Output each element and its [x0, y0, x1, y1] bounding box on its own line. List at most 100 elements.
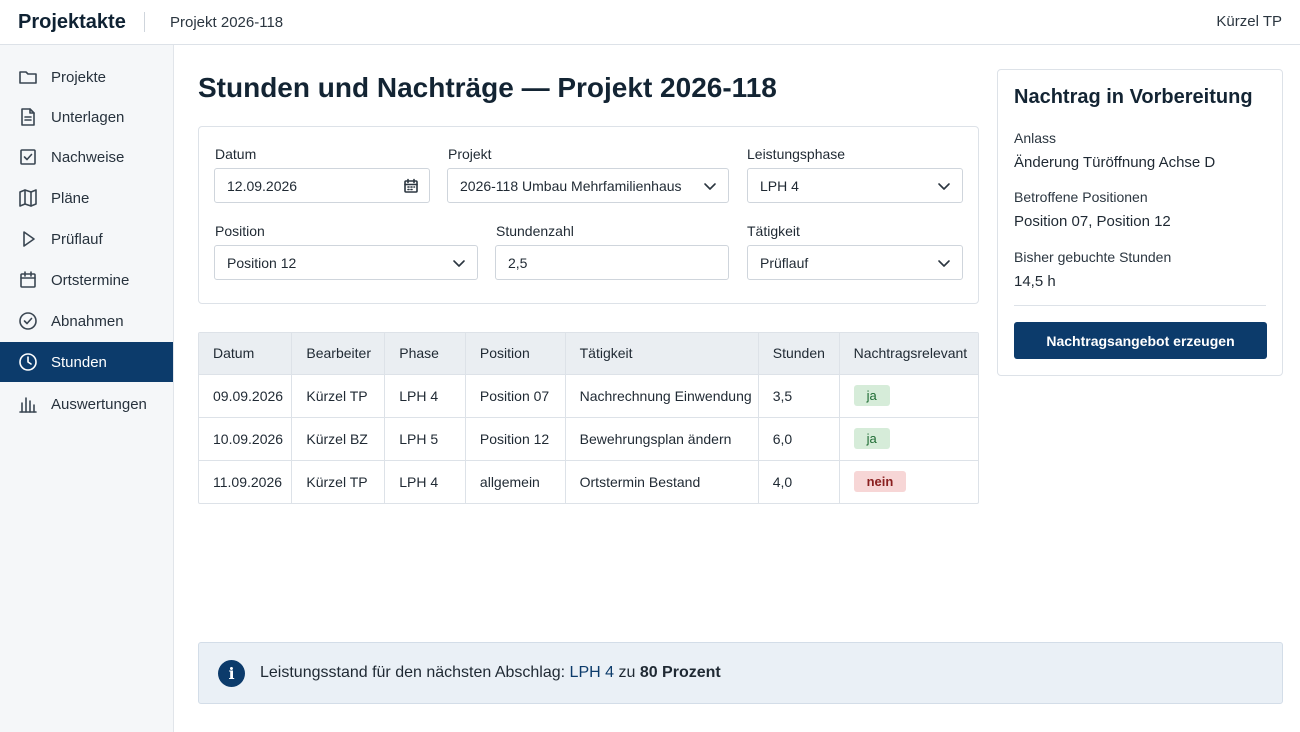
sidebar-item-stunden[interactable]: Stunden	[0, 342, 173, 382]
project-breadcrumb[interactable]: Projekt 2026-118	[170, 14, 283, 31]
nachtrag-panel: Nachtrag in Vorbereitung Anlass Änderung…	[997, 69, 1283, 376]
chevron-down-icon	[702, 178, 718, 194]
column-header-taetigkeit[interactable]: Tätigkeit	[565, 333, 759, 374]
cell-relevant: ja	[839, 373, 978, 417]
header-divider	[144, 12, 145, 32]
info-percent: 80 Prozent	[639, 664, 721, 681]
page-title: Stunden und Nachträge — Projekt 2026-118	[198, 72, 777, 103]
table-row[interactable]: 09.09.2026 Kürzel TP LPH 4 Position 07 N…	[199, 373, 978, 417]
table-row[interactable]: 11.09.2026 Kürzel TP LPH 4 allgemein Ort…	[199, 459, 978, 503]
column-header-nachtragsrelevant[interactable]: Nachtragsrelevant	[839, 333, 978, 374]
projekt-value: 2026-118 Umbau Mehrfamilienhaus	[460, 177, 682, 194]
datum-input[interactable]: 12.09.2026	[214, 168, 430, 203]
positionen-label: Betroffene Positionen	[1014, 189, 1148, 205]
gebucht-label: Bisher gebuchte Stunden	[1014, 249, 1172, 265]
sidebar-item-plaene[interactable]: Pläne	[0, 178, 173, 218]
chevron-down-icon	[936, 178, 952, 194]
info-phase: LPH 4	[569, 664, 615, 681]
cell-phase: LPH 5	[384, 416, 466, 460]
taetigkeit-label: Tätigkeit	[747, 223, 800, 239]
sidebar-item-label: Ortstermine	[51, 271, 130, 289]
sidebar-item-label: Auswertungen	[51, 395, 147, 413]
status-badge: ja	[853, 428, 890, 449]
calendar-icon	[18, 270, 38, 290]
projekt-select[interactable]: 2026-118 Umbau Mehrfamilienhaus	[447, 168, 729, 203]
panel-title: Nachtrag in Vorbereitung	[1014, 86, 1253, 108]
check-circle-icon	[18, 311, 38, 331]
status-badge: ja	[853, 385, 890, 406]
hours-entry-form: Datum 12.09.2026 Projekt 2026-118 Umbau …	[198, 126, 979, 304]
stundenzahl-label: Stundenzahl	[496, 223, 574, 239]
leistungsphase-label: Leistungsphase	[747, 146, 846, 162]
sidebar-item-label: Unterlagen	[51, 108, 125, 126]
gebucht-value: 14,5 h	[1014, 273, 1056, 290]
info-mid: zu	[614, 664, 640, 681]
projekt-label: Projekt	[448, 146, 492, 162]
checkbox-icon	[18, 147, 38, 167]
sidebar-item-ortstermine[interactable]: Ortstermine	[0, 260, 173, 300]
bar-chart-icon	[18, 394, 38, 414]
stundenzahl-input[interactable]: 2,5	[495, 245, 729, 280]
panel-divider	[1014, 305, 1266, 306]
app-title[interactable]: Projektakte	[18, 11, 144, 34]
datum-label: Datum	[215, 146, 257, 162]
calendar-icon[interactable]	[403, 178, 419, 194]
cell-stunden: 6,0	[758, 416, 840, 460]
cell-taetigkeit: Nachrechnung Einwendung	[565, 373, 759, 417]
nachtragsangebot-button[interactable]: Nachtragsangebot erzeugen	[1014, 322, 1267, 359]
sidebar-item-label: Projekte	[51, 68, 107, 86]
hours-table: Datum Bearbeiter Phase Position Tätigkei…	[198, 332, 979, 504]
chevron-down-icon	[936, 255, 952, 271]
sidebar-item-prueflauf[interactable]: Prüflauf	[0, 219, 173, 259]
table-row[interactable]: 10.09.2026 Kürzel BZ LPH 5 Position 12 B…	[199, 416, 978, 460]
cell-phase: LPH 4	[384, 459, 466, 503]
cell-relevant: ja	[839, 416, 978, 460]
column-header-stunden[interactable]: Stunden	[758, 333, 840, 374]
sidebar-item-label: Abnahmen	[51, 312, 124, 330]
cell-stunden: 4,0	[758, 459, 840, 503]
info-banner: i Leistungsstand für den nächsten Abschl…	[198, 642, 1283, 704]
cell-phase: LPH 4	[384, 373, 466, 417]
column-header-position[interactable]: Position	[465, 333, 566, 374]
top-bar: Projektakte Projekt 2026-118 Kürzel TP	[0, 0, 1300, 45]
cell-position: Position 12	[465, 416, 566, 460]
folder-icon	[18, 67, 38, 87]
map-icon	[18, 188, 38, 208]
cell-bearbeiter: Kürzel BZ	[291, 416, 386, 460]
cell-datum: 09.09.2026	[199, 373, 293, 417]
cell-position: allgemein	[465, 459, 566, 503]
cell-bearbeiter: Kürzel TP	[291, 373, 386, 417]
sidebar-item-projekte[interactable]: Projekte	[0, 57, 173, 97]
leistungsphase-value: LPH 4	[760, 177, 799, 194]
user-menu[interactable]: Kürzel TP	[1216, 13, 1282, 30]
cell-bearbeiter: Kürzel TP	[291, 459, 386, 503]
sidebar-item-abnahmen[interactable]: Abnahmen	[0, 301, 173, 341]
cell-datum: 10.09.2026	[199, 416, 293, 460]
column-header-phase[interactable]: Phase	[384, 333, 466, 374]
column-header-bearbeiter[interactable]: Bearbeiter	[291, 333, 386, 374]
cell-position: Position 07	[465, 373, 566, 417]
play-icon	[18, 229, 38, 249]
stundenzahl-value: 2,5	[508, 254, 528, 271]
position-value: Position 12	[227, 254, 297, 271]
position-select[interactable]: Position 12	[214, 245, 478, 280]
sidebar-item-unterlagen[interactable]: Unterlagen	[0, 97, 173, 137]
status-badge: nein	[853, 471, 907, 493]
sidebar-item-auswertungen[interactable]: Auswertungen	[0, 384, 173, 424]
cell-relevant: nein	[839, 459, 978, 503]
clock-icon	[18, 352, 38, 372]
column-header-datum[interactable]: Datum	[199, 333, 293, 374]
taetigkeit-select[interactable]: Prüflauf	[747, 245, 963, 280]
sidebar-item-label: Pläne	[51, 189, 90, 207]
sidebar-item-nachweise[interactable]: Nachweise	[0, 137, 173, 177]
leistungsphase-select[interactable]: LPH 4	[747, 168, 963, 203]
cell-datum: 11.09.2026	[199, 459, 293, 503]
chevron-down-icon	[451, 255, 467, 271]
anlass-value: Änderung Türöffnung Achse D	[1014, 154, 1216, 171]
document-icon	[18, 107, 38, 127]
datum-value: 12.09.2026	[227, 177, 298, 194]
taetigkeit-value: Prüflauf	[760, 254, 809, 271]
anlass-label: Anlass	[1014, 130, 1057, 146]
positionen-value: Position 07, Position 12	[1014, 213, 1171, 230]
info-icon: i	[218, 659, 245, 687]
